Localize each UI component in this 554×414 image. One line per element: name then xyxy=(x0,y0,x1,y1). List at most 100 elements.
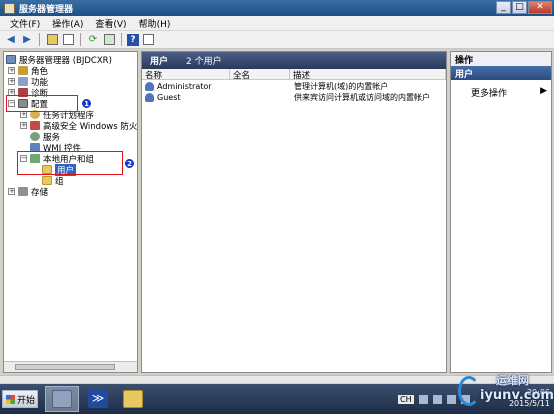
actions-section-users[interactable]: 用户 xyxy=(451,66,551,80)
menu-file[interactable]: 文件(F) xyxy=(4,17,46,30)
clock-date: 2015/5/11 xyxy=(508,399,550,408)
help-icon[interactable]: ? xyxy=(127,33,139,46)
tree-item-wmi[interactable]: WMI 控件 xyxy=(30,142,81,154)
table-row[interactable]: Administrator 管理计算机(域)的内置帐户 xyxy=(142,81,444,92)
forward-arrow-icon[interactable]: ▶ xyxy=(20,33,34,47)
volume-icon[interactable] xyxy=(460,394,470,404)
tree-label: 存储 xyxy=(31,187,49,198)
column-header-name[interactable]: 名称 xyxy=(142,69,230,81)
tree-item-storage[interactable]: + 存储 xyxy=(8,186,49,198)
tree-item-users[interactable]: 用户 xyxy=(42,163,77,176)
column-header-description[interactable]: 描述 xyxy=(290,69,446,81)
toolbar-separator xyxy=(39,33,40,46)
roles-icon xyxy=(18,66,28,75)
tree-item-local-users-groups[interactable]: − 本地用户和组 xyxy=(20,153,94,165)
clock-icon xyxy=(30,110,40,119)
folder-icon xyxy=(42,176,52,185)
title-bar: 服务器管理器 _ □ ✕ xyxy=(0,0,554,16)
user-count: 2 个用户 xyxy=(186,57,222,67)
close-button[interactable]: ✕ xyxy=(528,1,552,14)
status-bar xyxy=(0,375,554,383)
windows-logo-icon xyxy=(6,394,15,404)
more-actions-item[interactable]: 更多操作 ▶ xyxy=(471,86,551,99)
tree-item-firewall[interactable]: + 高级安全 Windows 防火墙 xyxy=(20,120,137,132)
collapse-icon[interactable]: − xyxy=(8,100,15,107)
network-icon[interactable] xyxy=(446,394,456,404)
toolbar: ◀ ▶ ⟳ ? xyxy=(0,31,554,49)
pane-title: 用户 xyxy=(150,57,169,67)
expand-icon[interactable]: + xyxy=(8,78,15,85)
actions-title: 操作 xyxy=(451,52,551,66)
powershell-icon: ≫ xyxy=(88,390,108,408)
tree-item-groups[interactable]: 组 xyxy=(42,175,64,187)
minimize-button[interactable]: _ xyxy=(496,1,511,14)
user-icon xyxy=(145,93,154,102)
column-header-fullname[interactable]: 全名 xyxy=(230,69,290,81)
firewall-icon xyxy=(30,121,40,130)
expand-icon[interactable]: + xyxy=(20,122,27,129)
horizontal-scrollbar[interactable] xyxy=(4,361,137,372)
keyboard-icon[interactable] xyxy=(418,394,428,404)
tree-item-root[interactable]: 服务器管理器 (BJDCXR) xyxy=(6,54,112,66)
storage-icon xyxy=(18,187,28,196)
folder-icon xyxy=(122,390,143,408)
toolbar-separator xyxy=(80,33,81,46)
expand-icon[interactable]: + xyxy=(8,89,15,96)
server-manager-icon xyxy=(4,2,15,14)
expand-icon[interactable]: + xyxy=(20,111,27,118)
tree-item-configuration[interactable]: − 配置 xyxy=(8,98,48,110)
menu-action[interactable]: 操作(A) xyxy=(46,17,89,30)
actions-pane: 操作 用户 更多操作 ▶ xyxy=(450,51,552,373)
pane-header: 用户 2 个用户 xyxy=(142,52,446,69)
window-controls: _ □ ✕ xyxy=(496,1,552,14)
users-group-icon xyxy=(30,154,40,163)
tree-item-task-scheduler[interactable]: + 任务计划程序 xyxy=(20,109,94,121)
start-button[interactable]: 开始 xyxy=(2,390,38,408)
wmi-icon xyxy=(30,143,40,152)
show-hide-tree-icon[interactable] xyxy=(61,33,75,47)
user-icon xyxy=(145,82,154,91)
taskbar-server-manager[interactable] xyxy=(45,386,79,412)
expand-icon[interactable]: + xyxy=(8,67,15,74)
tree-item-features[interactable]: + 功能 xyxy=(8,76,48,88)
tree-item-services[interactable]: 服务 xyxy=(30,131,60,143)
flag-icon[interactable] xyxy=(432,394,442,404)
diagnostics-icon xyxy=(18,88,28,97)
taskbar: 开始 ≫ CH 20:06 2015/5/11 xyxy=(0,384,554,414)
tree-label: 组 xyxy=(55,176,64,187)
annotation-badge-2: 2 xyxy=(124,158,135,169)
collapse-icon[interactable]: − xyxy=(20,155,27,162)
configuration-icon xyxy=(18,99,28,108)
menu-bar: 文件(F) 操作(A) 查看(V) 帮助(H) xyxy=(0,16,554,31)
taskbar-explorer[interactable] xyxy=(117,386,151,412)
user-name: Guest xyxy=(157,93,181,102)
clock[interactable]: 20:06 2015/5/11 xyxy=(509,387,550,409)
expand-icon[interactable]: + xyxy=(8,188,15,195)
tree-item-roles[interactable]: + 角色 xyxy=(8,65,48,77)
menu-view[interactable]: 查看(V) xyxy=(89,17,132,30)
back-arrow-icon[interactable]: ◀ xyxy=(4,33,18,47)
table-row[interactable]: Guest 供来宾访问计算机或访问域的内置帐户 xyxy=(142,92,444,103)
maximize-button[interactable]: □ xyxy=(512,1,527,14)
language-indicator[interactable]: CH xyxy=(398,394,414,404)
window-title: 服务器管理器 xyxy=(19,4,74,15)
refresh-icon[interactable]: ⟳ xyxy=(86,33,100,47)
up-folder-icon[interactable] xyxy=(45,33,59,47)
console-tree[interactable]: 服务器管理器 (BJDCXR) + 角色 + 功能 + 诊断 − 配置 + 任务… xyxy=(3,51,138,373)
clock-time: 20:06 xyxy=(526,388,550,397)
menu-help[interactable]: 帮助(H) xyxy=(133,17,177,30)
scrollbar-thumb[interactable] xyxy=(15,364,115,370)
tree-item-diagnostics[interactable]: + 诊断 xyxy=(8,87,48,99)
show-action-pane-icon[interactable] xyxy=(141,33,155,47)
export-list-icon[interactable] xyxy=(102,33,116,47)
users-list-pane: 用户 2 个用户 名称 全名 描述 Administrator 管理计算机(域)… xyxy=(141,51,447,373)
server-manager-icon xyxy=(52,390,72,408)
gear-icon xyxy=(30,132,40,141)
column-headers: 名称 全名 描述 xyxy=(142,69,446,81)
folder-icon xyxy=(42,165,52,174)
more-actions-label: 更多操作 xyxy=(471,89,508,99)
server-icon xyxy=(6,55,16,64)
taskbar-powershell[interactable]: ≫ xyxy=(81,386,115,412)
user-name: Administrator xyxy=(157,82,212,91)
features-icon xyxy=(18,77,28,86)
